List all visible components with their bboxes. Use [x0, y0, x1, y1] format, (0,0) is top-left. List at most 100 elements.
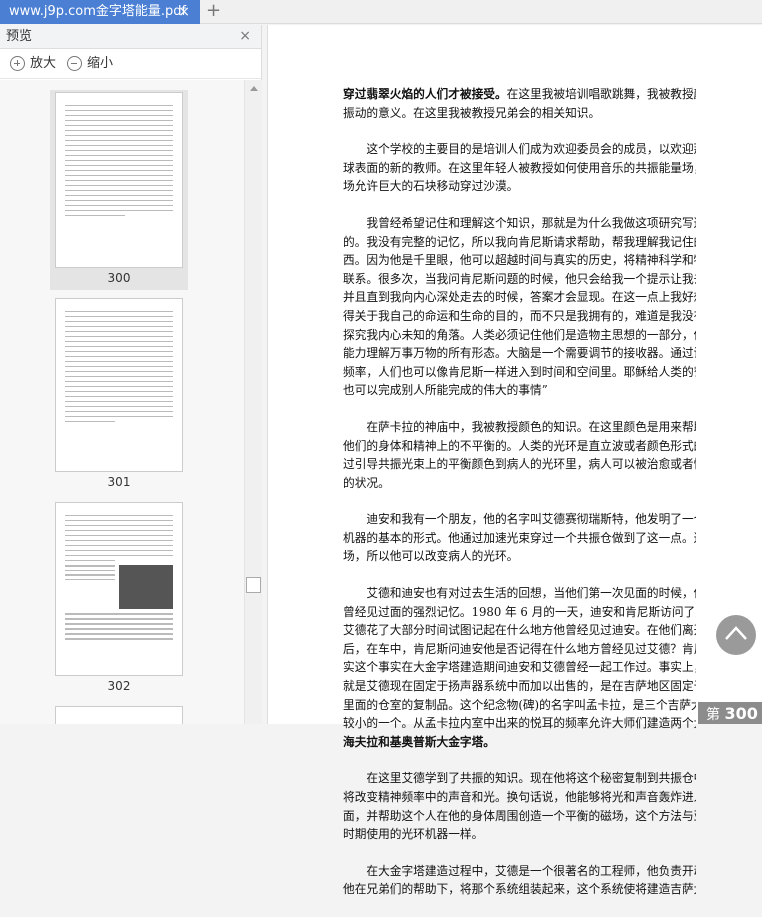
line-text: 西。因为他是千里眼，他可以超越时间与真实的历史，将精神科学和物理世界相 [343, 253, 696, 268]
line-text: 后，在车中，肯尼斯问迪安他是否记得在什么地方曾经见过艾德？肯尼斯已经证 [343, 641, 696, 656]
line-text: 场允许巨大的石块移动穿过沙漠。 [343, 179, 519, 194]
text-line: 在大金字塔建造过程中，艾德是一个很著名的工程师，他负责开动那台设备。 [343, 862, 696, 881]
thumbnail-image [55, 502, 183, 676]
text-line: 频率，人们也可以像肯尼斯一样进入到时间和空间里。耶稣给人类的誓言是“你 [343, 363, 696, 382]
text-line: 我曾经希望记住和理解这个知识，那就是为什么我做这项研究写这本书的目 [343, 214, 696, 233]
close-tab-icon[interactable]: × [178, 0, 190, 24]
tab-title: www.j9p.com金字塔能量.pdf [9, 4, 187, 19]
text-line: 艾德花了大部分时间试图记起在什么地方他曾经见过迪安。在他们离开艾德的家 [343, 621, 696, 640]
preview-sidebar: 预览 × 放大 缩小 300 301 302 [0, 25, 262, 724]
line-text: 也可以完成别人所能完成的伟大的事情” [343, 383, 548, 398]
line-text: 频率，人们也可以像肯尼斯一样进入到时间和空间里。耶稣给人类的誓言是“你 [343, 364, 696, 379]
line-text: 能力理解万事万物的所有形态。大脑是一个需要调节的接收器。通过调节到不同 [343, 346, 696, 361]
text-line: 过引导共振光束上的平衡颜色到病人的光环里，病人可以被治愈或者恢复到健康 [343, 455, 696, 474]
paragraph: 迪安和我有一个朋友，他的名字叫艾德赛彻瑞斯特，他发明了一个这种光环机器的基本的形… [343, 510, 696, 566]
chevron-up-icon [725, 626, 747, 640]
close-sidebar-icon[interactable]: × [239, 25, 251, 48]
page-thumbnail-302[interactable]: 302 [51, 502, 187, 696]
document-view[interactable]: 穿过翡翠火焰的人们才被接受。在这里我被培训唱歌跳舞，我被教授颜色、频率、振动的意… [267, 25, 762, 896]
text-line: 面，并帮助这个人在他的身体周围创造一个平衡的磁场，这个方法与亚特兰蒂斯 [343, 807, 696, 826]
text-line: 球表面的新的教师。在这里年轻人被教授如何使用音乐的共振能量场，这个能量 [343, 159, 696, 178]
bold-text: 穿过翡翠火焰的人们才被接受。 [343, 87, 507, 101]
zoom-toolbar: 放大 缩小 [0, 49, 261, 79]
text-line: 迪安和我有一个朋友，他的名字叫艾德赛彻瑞斯特，他发明了一个这种光环 [343, 510, 696, 529]
line-text: 我曾经希望记住和理解这个知识，那就是为什么我做这项研究写这本书的目 [366, 215, 696, 230]
tab-bar: www.j9p.com金字塔能量.pdf × + [0, 0, 762, 24]
line-text: 得关于我自己的命运和生命的目的，而不只是我拥有的，难道是我没有花时间去 [343, 308, 696, 323]
text-line: 实这个事实在大金字塔建造期间迪安和艾德曾经一起工作过。事实上，共振仓也 [343, 658, 696, 677]
paragraph: 这个学校的主要目的是培训人们成为欢迎委员会的成员，以欢迎那些抵达地球表面的新的教… [343, 140, 696, 196]
page-content: 穿过翡翠火焰的人们才被接受。在这里我被培训唱歌跳舞，我被教授颜色、频率、振动的意… [343, 85, 696, 917]
thumbnail-image [55, 298, 183, 472]
text-line: 在这里艾德学到了共振的知识。现在他将这个秘密复制到共振仓中，共振仓 [343, 769, 696, 788]
page-thumbnail-301[interactable]: 301 [51, 298, 187, 492]
bold-text: 海夫拉和基奥普斯大金字塔。 [343, 734, 495, 749]
line-text: 艾德花了大部分时间试图记起在什么地方他曾经见过迪安。在他们离开艾德的家 [343, 623, 696, 638]
text-line: 并且直到我向内心深处走去的时候，答案才会显现。在这一点上我好想更多的懂 [343, 288, 696, 307]
text-line: 的。我没有完整的记忆，所以我向肯尼斯请求帮助，帮我理解我记住的零碎的东 [343, 233, 696, 252]
line-text: 曾经见过面的强烈记忆。1980 年 6 月的一天，迪安和肯尼斯访问了艾德的家。 [343, 604, 696, 619]
line-text: 在这里我被培训唱歌跳舞，我被教授颜色、频率、 [506, 87, 696, 101]
text-line: 探究我内心未知的角落。人类必须记住他们是造物主思想的一部分，他们完全有 [343, 326, 696, 345]
line-text: 的。我没有完整的记忆，所以我向肯尼斯请求帮助，帮我理解我记住的零碎的东 [343, 234, 696, 249]
scrollbar-thumb[interactable] [246, 577, 261, 593]
text-line: 穿过翡翠火焰的人们才被接受。在这里我被培训唱歌跳舞，我被教授颜色、频率、 [343, 85, 696, 104]
line-text: 里面的仓室的复制品。这个纪念物(碑)的名字叫孟卡拉，是三个吉萨大金字塔中 [343, 697, 696, 712]
line-text: 过引导共振光束上的平衡颜色到病人的光环里，病人可以被治愈或者恢复到健康 [343, 457, 696, 472]
thumbnail-scrollbar[interactable] [244, 80, 262, 724]
line-text: 在这里艾德学到了共振的知识。现在他将这个秘密复制到共振仓中，共振仓 [366, 771, 696, 786]
zoom-in-button[interactable]: 放大 [30, 49, 56, 79]
line-text: 机器的基本的形式。他通过加速光束穿过一个共振仓做到了这一点。这改变了磁 [343, 530, 696, 545]
text-line: 将改变精神频率中的声音和光。换句话说，他能够将光和声音轰炸进人的光环里 [343, 788, 696, 807]
thumbnail-list: 300 301 302 [0, 80, 244, 724]
page-thumbnail-303[interactable] [51, 706, 187, 724]
text-line: 场，所以他可以改变病人的光环。 [343, 547, 696, 566]
current-page-number: 300 [724, 704, 758, 723]
text-line: 时期使用的光环机器一样。 [343, 825, 696, 844]
thumbnail-page-number: 301 [107, 475, 131, 489]
thumbnail-image [55, 92, 183, 268]
zoom-out-button[interactable]: 缩小 [87, 49, 113, 79]
line-text: 艾德和迪安也有对过去生活的回想，当他们第一次见面的时候，他们有一种 [366, 586, 696, 601]
text-line: 后，在车中，肯尼斯问迪安他是否记得在什么地方曾经见过艾德？肯尼斯已经证 [343, 640, 696, 659]
text-line: 西。因为他是千里眼，他可以超越时间与真实的历史，将精神科学和物理世界相 [343, 251, 696, 270]
sidebar-header: 预览 × [0, 25, 261, 49]
line-text: 的状况。 [343, 475, 390, 490]
text-line: 联系。很多次，当我问肯尼斯问题的时候，他只会给我一个提示让我去理解他。 [343, 270, 696, 289]
sidebar-title: 预览 [6, 29, 33, 44]
text-line: 他们的身体和精神上的不平衡的。人类的光环是直立波或者颜色形式的物质。通 [343, 437, 696, 456]
page-indicator: 第 300 页 [698, 702, 762, 724]
line-text: 探究我内心未知的角落。人类必须记住他们是造物主思想的一部分，他们完全有 [343, 327, 696, 342]
text-line: 在萨卡拉的神庙中，我被教授颜色的知识。在这里颜色是用来帮助人们克服 [343, 418, 696, 437]
paragraph: 艾德和迪安也有对过去生活的回想，当他们第一次见面的时候，他们有一种曾经见过面的强… [343, 584, 696, 751]
scroll-to-top-button[interactable] [716, 615, 756, 655]
paragraph: 在这里艾德学到了共振的知识。现在他将这个秘密复制到共振仓中，共振仓将改变精神频率… [343, 769, 696, 843]
text-line: 他在兄弟们的帮助下，将那个系统组装起来，这个系统使将建造吉萨大金字塔的 [343, 880, 696, 899]
thumbnail-image [55, 706, 183, 724]
line-text: 他在兄弟们的帮助下，将那个系统组装起来，这个系统使将建造吉萨大金字塔的 [343, 882, 696, 897]
text-line: 曾经见过面的强烈记忆。1980 年 6 月的一天，迪安和肯尼斯访问了艾德的家。 [343, 603, 696, 622]
line-text: 在萨卡拉的神庙中，我被教授颜色的知识。在这里颜色是用来帮助人们克服 [366, 419, 696, 434]
text-line: 海夫拉和基奥普斯大金字塔。 [343, 733, 696, 752]
line-text: 较小的一个。从孟卡拉内室中出来的悦耳的频率允许大师们建造两个大金字塔： [343, 716, 696, 731]
line-text: 实这个事实在大金字塔建造期间迪安和艾德曾经一起工作过。事实上，共振仓也 [343, 660, 696, 675]
scroll-up-icon[interactable] [250, 86, 258, 91]
line-text: 迪安和我有一个朋友，他的名字叫艾德赛彻瑞斯特，他发明了一个这种光环 [366, 512, 696, 527]
document-tab[interactable]: www.j9p.com金字塔能量.pdf × [0, 0, 200, 24]
thumbnail-page-number: 302 [107, 679, 131, 693]
text-line: 这个学校的主要目的是培训人们成为欢迎委员会的成员，以欢迎那些抵达地 [343, 140, 696, 159]
zoom-out-icon[interactable] [67, 56, 83, 71]
zoom-in-icon[interactable] [10, 56, 25, 71]
text-line: 的状况。 [343, 474, 696, 493]
line-text: 时期使用的光环机器一样。 [343, 827, 484, 842]
page-thumbnail-300[interactable]: 300 [50, 90, 188, 290]
page-prefix: 第 [706, 707, 720, 723]
text-line: 就是艾德现在固定于扬声器系统中而加以出售的，是在吉萨地区固定于小金字塔 [343, 677, 696, 696]
line-text: 联系。很多次，当我问肯尼斯问题的时候，他只会给我一个提示让我去理解他。 [343, 271, 696, 286]
paragraph: 穿过翡翠火焰的人们才被接受。在这里我被培训唱歌跳舞，我被教授颜色、频率、振动的意… [343, 85, 696, 122]
text-line: 机器的基本的形式。他通过加速光束穿过一个共振仓做到了这一点。这改变了磁 [343, 529, 696, 548]
line-text: 这个学校的主要目的是培训人们成为欢迎委员会的成员，以欢迎那些抵达地 [366, 142, 696, 157]
paragraph: 在大金字塔建造过程中，艾德是一个很著名的工程师，他负责开动那台设备。他在兄弟们的… [343, 862, 696, 899]
thumbnail-page-number: 300 [107, 271, 131, 285]
new-tab-button[interactable]: + [206, 0, 221, 24]
